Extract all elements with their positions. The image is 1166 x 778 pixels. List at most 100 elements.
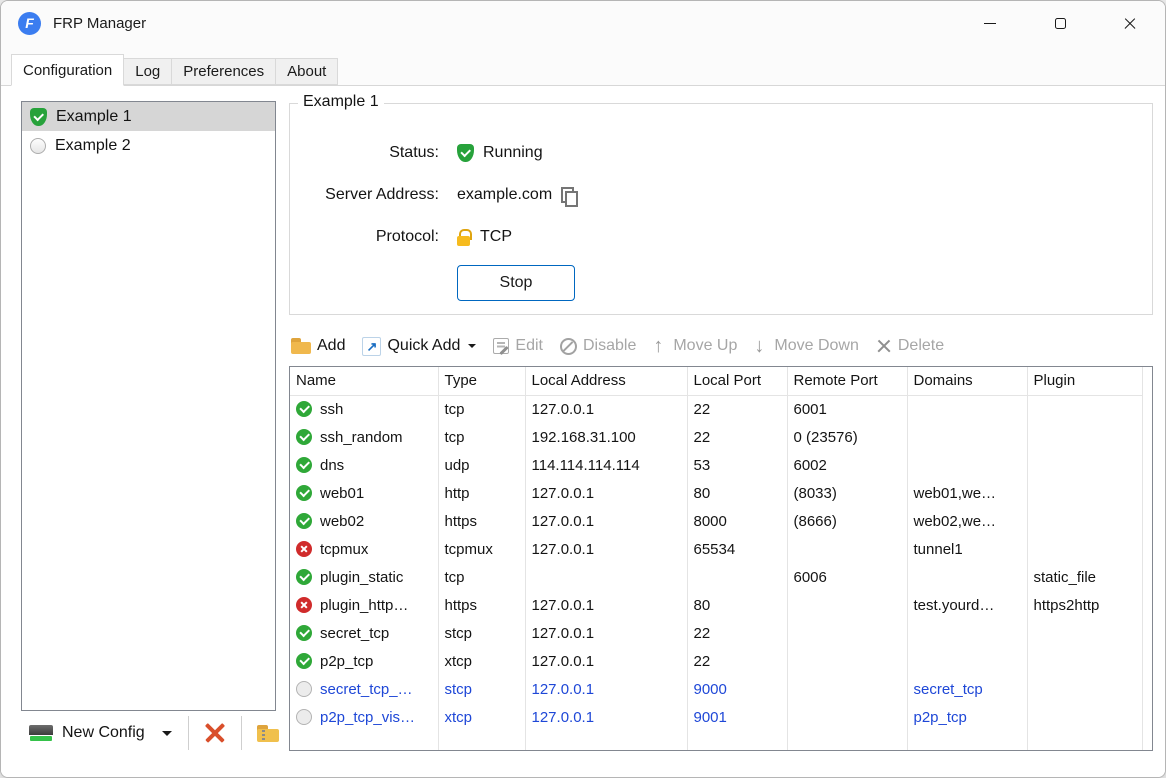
cell-name: ssh_random xyxy=(290,423,438,451)
cell-name: plugin_static xyxy=(290,563,438,591)
table-row[interactable]: tcpmux tcpmux 127.0.0.1 65534 tunnel1 xyxy=(290,535,1142,563)
table-row[interactable]: secret_tcp_… stcp 127.0.0.1 9000 secret_… xyxy=(290,675,1142,703)
cell-name: p2p_tcp_vis… xyxy=(290,703,438,731)
column-header[interactable]: Local Address xyxy=(525,367,687,395)
tab-label: Configuration xyxy=(23,62,112,79)
proxy-status-icon xyxy=(296,653,312,669)
toolbar-button[interactable]: Quick Add xyxy=(362,337,476,356)
server-address-label: Server Address: xyxy=(299,186,439,204)
column-header[interactable]: Name xyxy=(290,367,438,395)
cell-remote-port xyxy=(787,591,907,619)
cell-local-address xyxy=(525,563,687,591)
separator xyxy=(188,716,189,750)
cell-type: stcp xyxy=(438,675,525,703)
cell-domains xyxy=(907,619,1027,647)
cell-name: p2p_tcp xyxy=(290,647,438,675)
tab[interactable]: Log xyxy=(124,58,172,85)
table-row[interactable]: p2p_tcp xtcp 127.0.0.1 22 xyxy=(290,647,1142,675)
cell-plugin xyxy=(1027,479,1142,507)
toolbar-button[interactable]: Move Down xyxy=(754,336,858,356)
table-filler-row xyxy=(290,731,1142,750)
table-row[interactable]: ssh_random tcp 192.168.31.100 22 0 (2357… xyxy=(290,423,1142,451)
table-row[interactable]: ssh tcp 127.0.0.1 22 6001 xyxy=(290,395,1142,423)
cell-remote-port: (8666) xyxy=(787,507,907,535)
toolbar-button[interactable]: Delete xyxy=(876,337,944,355)
column-header[interactable]: Type xyxy=(438,367,525,395)
chevron-down-icon xyxy=(162,731,172,736)
cell-name: plugin_http… xyxy=(290,591,438,619)
table-row[interactable]: dns udp 114.114.114.114 53 6002 xyxy=(290,451,1142,479)
copy-icon[interactable] xyxy=(561,187,576,203)
table-row[interactable]: web01 http 127.0.0.1 80 (8033) web01,we… xyxy=(290,479,1142,507)
proxy-toolbar: Add Quick Add Edit Disable xyxy=(291,329,944,363)
cell-type: https xyxy=(438,507,525,535)
table-row[interactable]: web02 https 127.0.0.1 8000 (8666) web02,… xyxy=(290,507,1142,535)
protocol-label: Protocol: xyxy=(299,228,439,246)
cell-local-port: 8000 xyxy=(687,507,787,535)
maximize-button[interactable] xyxy=(1025,1,1095,46)
tab-label: Preferences xyxy=(183,63,264,80)
cell-remote-port: 6001 xyxy=(787,395,907,423)
close-icon xyxy=(1123,17,1137,31)
cell-remote-port: 6006 xyxy=(787,563,907,591)
title-bar[interactable]: FRP Manager xyxy=(1,1,1165,46)
toolbar-button[interactable]: Add xyxy=(291,337,345,355)
column-header[interactable]: Local Port xyxy=(687,367,787,395)
cell-local-port xyxy=(687,563,787,591)
table-header-row: Name Type Local Address Local Port Remot… xyxy=(290,367,1142,395)
cell-domains xyxy=(907,395,1027,423)
config-list-item[interactable]: Example 2 xyxy=(22,131,275,160)
toolbar-button[interactable]: Move Up xyxy=(653,336,737,356)
table-row[interactable]: p2p_tcp_vis… xtcp 127.0.0.1 9001 p2p_tcp xyxy=(290,703,1142,731)
tab[interactable]: Configuration xyxy=(11,54,124,86)
tab[interactable]: Preferences xyxy=(172,58,276,85)
tab[interactable]: About xyxy=(276,58,338,85)
toolbar-button-icon xyxy=(493,338,509,354)
config-list-item-label: Example 2 xyxy=(55,137,131,155)
window-title: FRP Manager xyxy=(53,15,146,32)
cell-name: secret_tcp_… xyxy=(290,675,438,703)
cell-domains xyxy=(907,647,1027,675)
close-button[interactable] xyxy=(1095,1,1165,46)
cell-plugin xyxy=(1027,703,1142,731)
proxy-status-icon xyxy=(296,457,312,473)
cell-type: xtcp xyxy=(438,647,525,675)
cell-remote-port xyxy=(787,647,907,675)
toolbar-button-icon xyxy=(291,338,311,354)
running-shield-icon xyxy=(457,144,474,162)
config-list: Example 1 Example 2 xyxy=(21,101,276,711)
config-detail-groupbox: Example 1 Status: Running Server Address… xyxy=(289,103,1153,315)
new-config-drive-icon xyxy=(29,725,53,742)
config-list-item[interactable]: Example 1 xyxy=(22,102,275,131)
new-config-button[interactable]: New Config xyxy=(23,720,178,746)
cell-local-port: 9000 xyxy=(687,675,787,703)
delete-config-button[interactable] xyxy=(199,716,231,750)
cell-plugin: https2http xyxy=(1027,591,1142,619)
column-header[interactable]: Domains xyxy=(907,367,1027,395)
cell-domains xyxy=(907,423,1027,451)
cell-domains: web02,we… xyxy=(907,507,1027,535)
open-config-folder-button[interactable] xyxy=(252,716,284,750)
table-row[interactable]: secret_tcp stcp 127.0.0.1 22 xyxy=(290,619,1142,647)
stop-button[interactable]: Stop xyxy=(457,265,575,301)
status-row: Status: Running xyxy=(299,141,543,165)
cell-name: ssh xyxy=(290,395,438,423)
proxy-status-icon xyxy=(296,597,312,613)
status-value: Running xyxy=(483,144,543,162)
delete-config-x-icon xyxy=(203,721,227,745)
column-header[interactable]: Remote Port xyxy=(787,367,907,395)
column-header[interactable]: Plugin xyxy=(1027,367,1142,395)
toolbar-button-icon xyxy=(560,338,577,355)
toolbar-button[interactable]: Edit xyxy=(493,337,543,355)
cell-local-port: 80 xyxy=(687,591,787,619)
server-address-row: Server Address: example.com xyxy=(299,183,576,207)
cell-remote-port xyxy=(787,619,907,647)
tab-label: About xyxy=(287,63,326,80)
toolbar-button[interactable]: Disable xyxy=(560,337,636,355)
table-row[interactable]: plugin_static tcp 6006 static_file xyxy=(290,563,1142,591)
table-row[interactable]: plugin_http… https 127.0.0.1 80 test.you… xyxy=(290,591,1142,619)
cell-local-address: 127.0.0.1 xyxy=(525,619,687,647)
chevron-down-icon xyxy=(468,344,476,348)
minimize-button[interactable] xyxy=(955,1,1025,46)
cell-name: tcpmux xyxy=(290,535,438,563)
